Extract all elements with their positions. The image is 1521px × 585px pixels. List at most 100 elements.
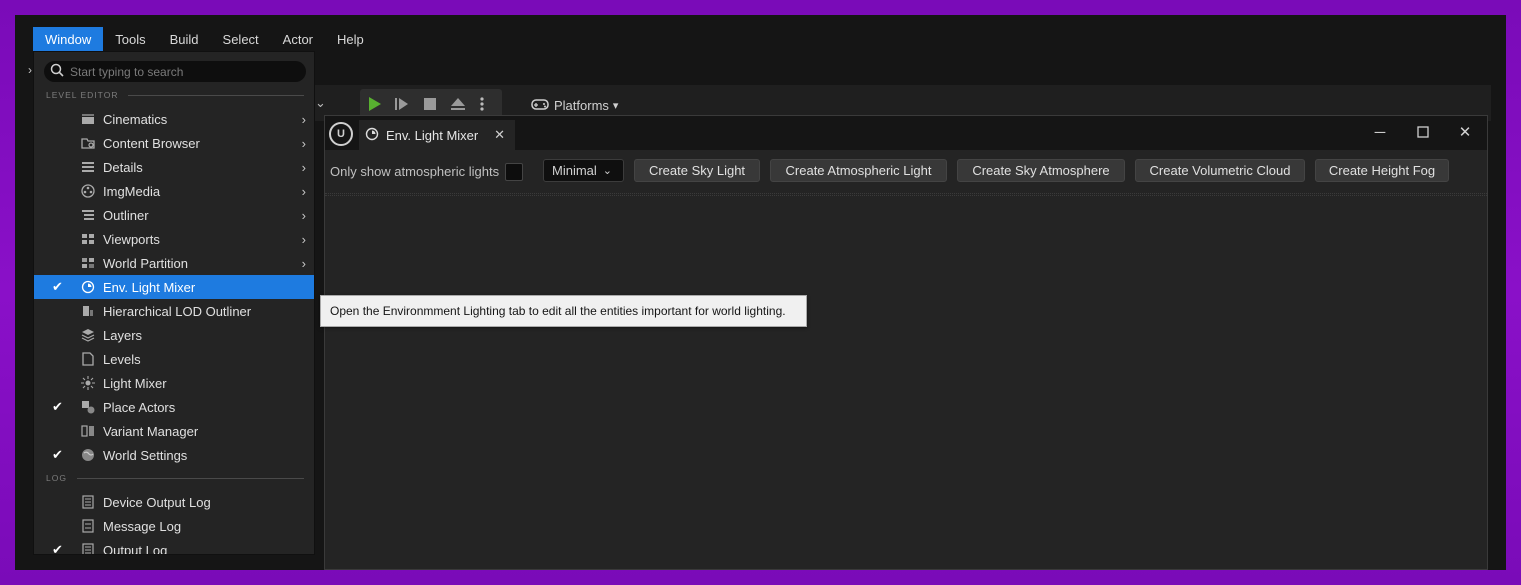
platforms-label: Platforms [554, 97, 609, 113]
chevron-right-icon: › [301, 111, 306, 127]
chevron-down-icon: ▾ [612, 99, 619, 112]
menu-item-light-mixer[interactable]: Light Mixer [34, 371, 314, 395]
view-mode-dropdown[interactable]: Minimal ⌄ [543, 159, 624, 182]
menu-item-label: World Settings [103, 447, 188, 463]
create-sky-atmosphere-button[interactable]: Create Sky Atmosphere [957, 159, 1125, 182]
menu-item-label: Output Log [103, 542, 168, 555]
tooltip: Open the Environmment Lighting tab to ed… [320, 295, 807, 327]
window-title-bar[interactable]: U Env. Light Mixer ✕ ─ ✕ [325, 116, 1487, 150]
content-browser-icon [80, 135, 96, 151]
menu-item-message-log[interactable]: Message Log [34, 514, 314, 538]
menu-item-label: Layers [103, 327, 143, 343]
menu-item-label: ImgMedia [103, 183, 161, 199]
menu-actor[interactable]: Actor [271, 27, 325, 53]
chevron-right-icon: › [301, 159, 306, 175]
chevron-right-icon: › [301, 255, 306, 271]
minimize-icon[interactable]: ─ [1360, 120, 1400, 144]
section-label: LOG [46, 473, 67, 483]
section-label: LEVEL EDITOR [46, 90, 119, 100]
log-icon [80, 494, 96, 510]
message-log-icon [80, 518, 96, 534]
menu-item-hierarchical-lod-outliner[interactable]: Hierarchical LOD Outliner [34, 299, 314, 323]
chevron-right-icon: › [301, 183, 306, 199]
menu-item-output-log[interactable]: ✔ Output Log [34, 538, 314, 555]
search-icon [50, 63, 64, 80]
menu-item-levels[interactable]: Levels [34, 347, 314, 371]
menu-item-imgmedia[interactable]: ImgMedia › [34, 179, 314, 203]
checkmark-icon: ✔ [52, 542, 63, 555]
menu-item-world-settings[interactable]: ✔ World Settings [34, 443, 314, 467]
checkmark-icon: ✔ [52, 399, 63, 414]
window-menu-dropdown: LEVEL EDITOR Cinematics › Content Browse… [33, 51, 315, 555]
outliner-icon [80, 207, 96, 223]
viewports-icon [80, 231, 96, 247]
env-light-icon [365, 127, 379, 144]
menu-item-place-actors[interactable]: ✔ Place Actors [34, 395, 314, 419]
menu-window[interactable]: Window [33, 27, 104, 53]
gamepad-icon [530, 96, 550, 115]
light-mixer-icon [80, 375, 96, 391]
menu-item-viewports[interactable]: Viewports › [34, 227, 314, 251]
menu-item-label: Env. Light Mixer [103, 279, 196, 295]
menu-item-label: Message Log [103, 518, 182, 534]
close-tab-icon[interactable]: ✕ [494, 127, 505, 143]
checkmark-icon: ✔ [52, 447, 63, 462]
menu-help[interactable]: Help [325, 27, 376, 53]
menu-item-label: Light Mixer [103, 375, 167, 391]
menu-item-label: Details [103, 159, 143, 175]
section-level-editor: LEVEL EDITOR [46, 89, 304, 101]
menu-item-device-output-log[interactable]: Device Output Log [34, 490, 314, 514]
create-sky-light-button[interactable]: Create Sky Light [634, 159, 760, 182]
film-reel-icon [80, 183, 96, 199]
details-icon [80, 159, 96, 175]
menu-item-label: Place Actors [103, 399, 176, 415]
clapperboard-icon [80, 111, 96, 127]
menu-item-layers[interactable]: Layers [34, 323, 314, 347]
close-window-icon[interactable]: ✕ [1445, 120, 1485, 144]
divider [128, 94, 304, 96]
chevron-right-icon: › [301, 207, 306, 223]
menu-tools[interactable]: Tools [103, 27, 157, 53]
menu-item-content-browser[interactable]: Content Browser › [34, 131, 314, 155]
menu-item-label: Hierarchical LOD Outliner [103, 303, 252, 319]
clipped-glyph: › [28, 63, 32, 77]
tab-env-light-mixer[interactable]: Env. Light Mixer ✕ [359, 120, 515, 150]
menu-item-env-light-mixer[interactable]: ✔ Env. Light Mixer [34, 275, 314, 299]
menu-item-variant-manager[interactable]: Variant Manager [34, 419, 314, 443]
env-light-icon [80, 279, 96, 295]
checkmark-icon: ✔ [52, 279, 63, 294]
menu-item-label: Outliner [103, 207, 149, 223]
maximize-icon[interactable] [1403, 120, 1443, 144]
unreal-logo-icon: U [329, 122, 353, 146]
divider [76, 477, 304, 479]
search-input[interactable] [70, 64, 290, 79]
chevron-down-icon: ⌄ [602, 165, 613, 177]
layers-icon [80, 327, 96, 343]
view-mode-value: Minimal [552, 163, 597, 178]
menu-search-box[interactable] [44, 61, 306, 82]
platforms-dropdown[interactable]: Platforms ▾ [530, 93, 618, 117]
menu-item-label: Device Output Log [103, 494, 211, 510]
chevron-down-icon[interactable]: ⌄ [315, 95, 326, 111]
menu-item-label: World Partition [103, 255, 189, 271]
create-atmospheric-light-button[interactable]: Create Atmospheric Light [770, 159, 947, 182]
env-light-mixer-window: U Env. Light Mixer ✕ ─ ✕ Only show atmos… [324, 115, 1488, 570]
create-volumetric-cloud-button[interactable]: Create Volumetric Cloud [1135, 159, 1305, 182]
tab-label: Env. Light Mixer [386, 127, 479, 143]
menu-item-details[interactable]: Details › [34, 155, 314, 179]
create-height-fog-button[interactable]: Create Height Fog [1315, 159, 1449, 182]
menu-item-label: Content Browser [103, 135, 200, 151]
menu-item-outliner[interactable]: Outliner › [34, 203, 314, 227]
atmospheric-checkbox[interactable] [505, 163, 523, 181]
world-partition-icon [80, 255, 96, 271]
menu-item-world-partition[interactable]: World Partition › [34, 251, 314, 275]
log-icon [80, 542, 96, 554]
menu-item-cinematics[interactable]: Cinematics › [34, 107, 314, 131]
atmospheric-checkbox-label: Only show atmospheric lights [330, 164, 500, 179]
menu-select[interactable]: Select [211, 27, 271, 53]
globe-icon [80, 447, 96, 463]
menu-item-label: Variant Manager [103, 423, 199, 439]
menu-build[interactable]: Build [158, 27, 211, 53]
chevron-right-icon: › [301, 231, 306, 247]
section-log: LOG [46, 472, 304, 484]
